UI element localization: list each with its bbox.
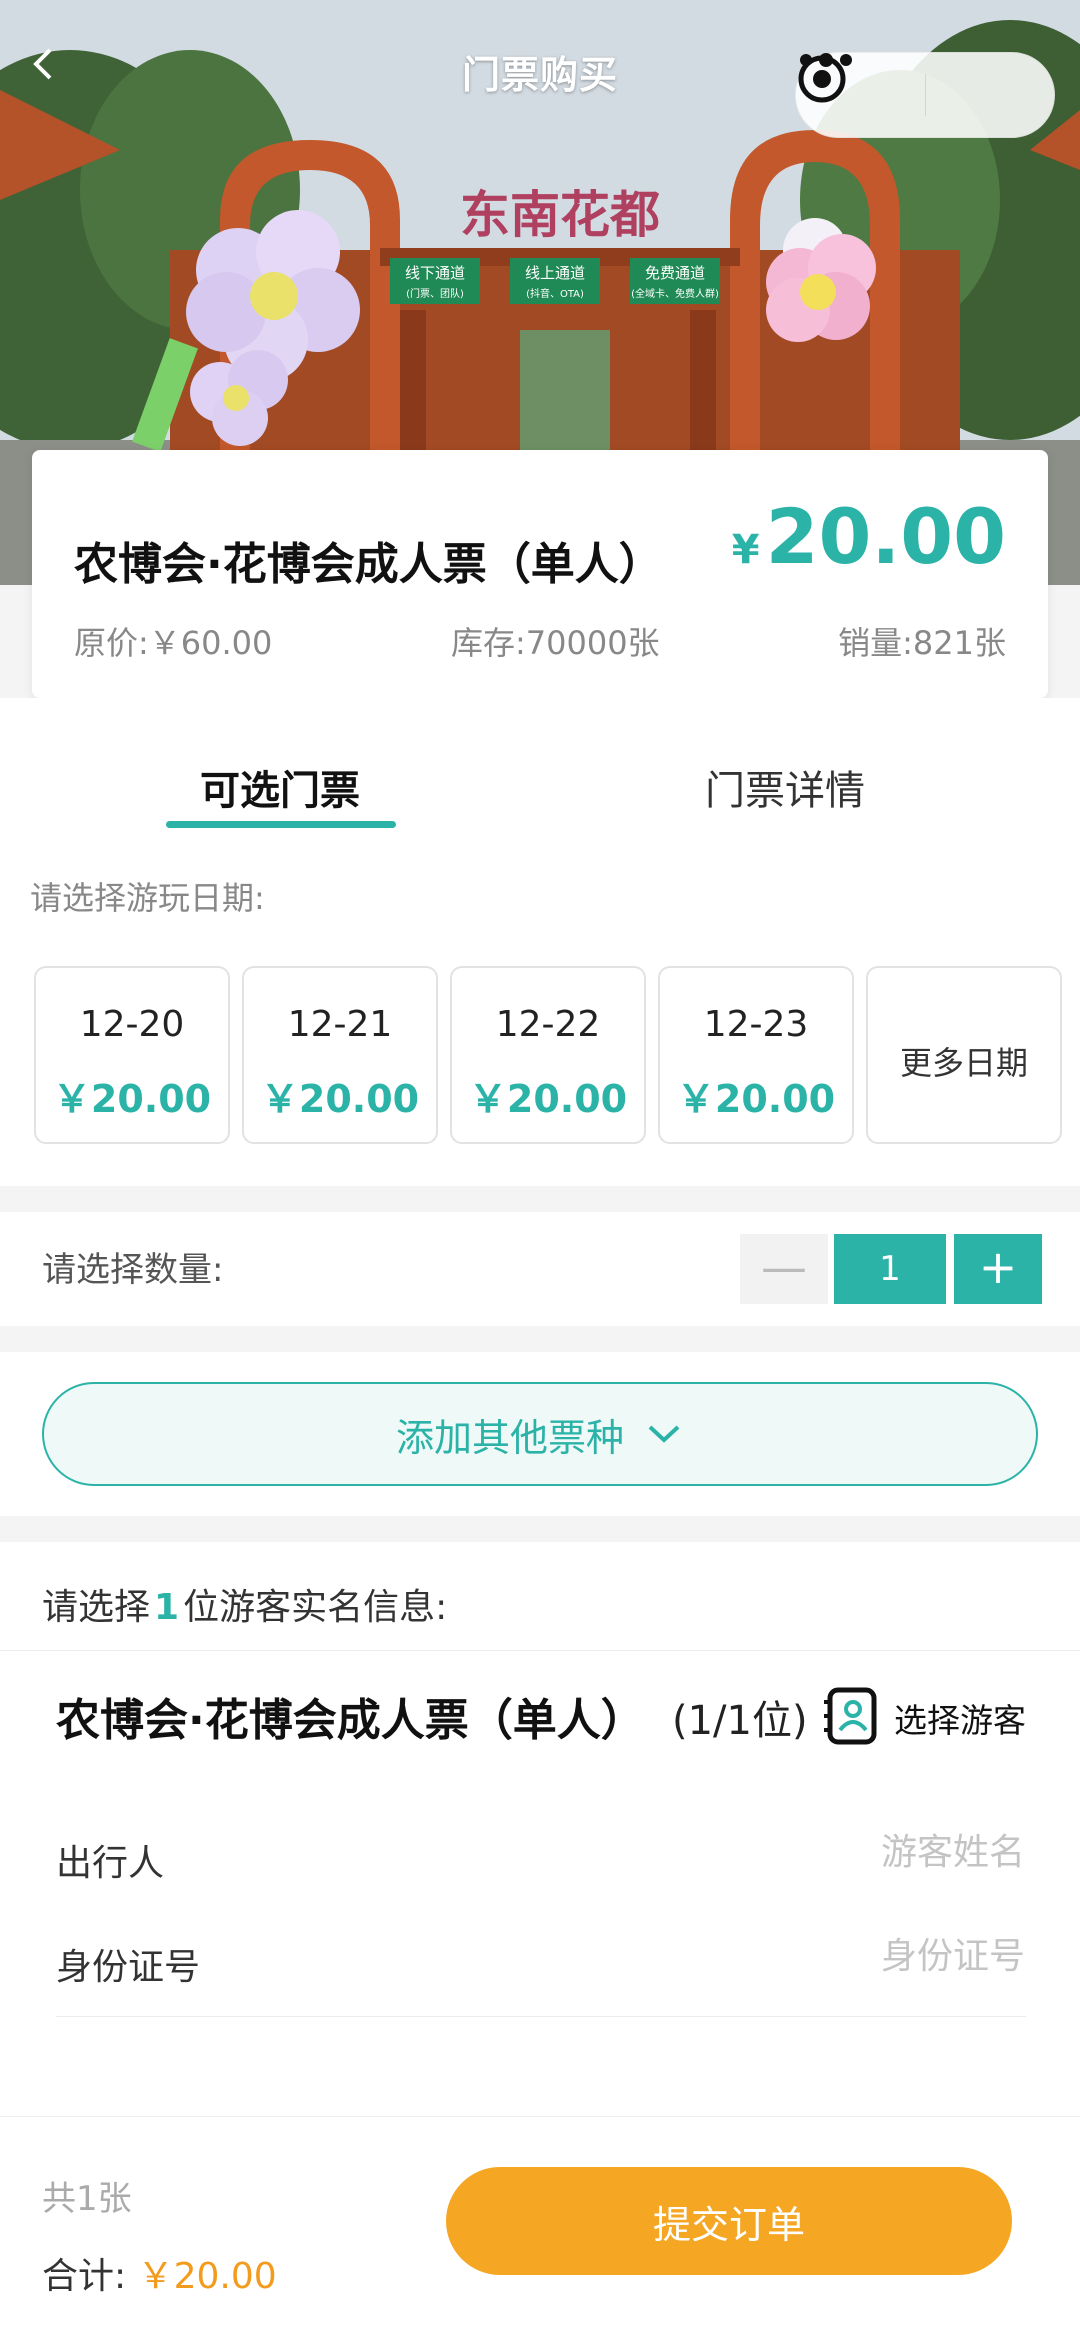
increase-quantity-button[interactable]: + bbox=[954, 1234, 1042, 1304]
date-price: ￥20.00 bbox=[52, 1077, 212, 1121]
submit-order-button[interactable]: 提交订单 bbox=[446, 2167, 1012, 2275]
visitor-prompt-suffix: 位游客实名信息: bbox=[183, 1587, 448, 1628]
mini-program-capsule bbox=[795, 52, 1055, 138]
add-ticket-section: 添加其他票种 bbox=[0, 1352, 1080, 1516]
checkout-bar: 共1张 合计: ￥20.00 提交订单 bbox=[0, 2116, 1080, 2326]
date-label: 12-23 bbox=[703, 1004, 809, 1045]
contact-book-icon[interactable] bbox=[820, 1684, 884, 1748]
stock-count: 库存:70000张 bbox=[450, 624, 660, 662]
date-card[interactable]: 12-21 ￥20.00 bbox=[242, 966, 438, 1144]
chevron-down-icon bbox=[648, 1425, 680, 1443]
date-price: ￥20.00 bbox=[260, 1077, 420, 1121]
visitor-prompt: 请选择 1 位游客实名信息: bbox=[42, 1578, 447, 1630]
target-icon bbox=[798, 55, 846, 103]
date-card[interactable]: 12-22 ￥20.00 bbox=[450, 966, 646, 1144]
sign-2-subtitle: (抖音、OTA) bbox=[526, 287, 584, 300]
quantity-label: 请选择数量: bbox=[42, 1250, 224, 1290]
date-label: 12-20 bbox=[79, 1004, 185, 1045]
date-card[interactable]: 12-23 ￥20.00 bbox=[658, 966, 854, 1144]
ticket-meta: 原价:￥60.00 库存:70000张 销量:821张 bbox=[74, 618, 1006, 664]
date-price: ￥20.00 bbox=[676, 1077, 836, 1121]
visitor-ticket-name: 农博会·花博会成人票（单人） bbox=[56, 1695, 645, 1746]
sign-3-title: 免费通道 bbox=[645, 264, 705, 282]
active-tab-indicator bbox=[166, 821, 396, 828]
divider bbox=[56, 2016, 1026, 2017]
total-label: 合计: bbox=[42, 2256, 127, 2297]
tab-selectable-tickets[interactable]: 可选门票 bbox=[200, 758, 360, 816]
sign-3-subtitle: (全域卡、免费人群) bbox=[631, 287, 719, 300]
visitor-ticket-count: (1/1位) bbox=[672, 1698, 808, 1744]
date-card[interactable]: 12-20 ￥20.00 bbox=[34, 966, 230, 1144]
more-dates-label: 更多日期 bbox=[899, 1044, 1028, 1082]
ticket-name: 农博会·花博会成人票（单人） bbox=[74, 539, 663, 590]
gate-title: 东南花都 bbox=[460, 185, 660, 244]
date-list: 12-20 ￥20.00 12-21 ￥20.00 12-22 ￥20.00 1… bbox=[34, 966, 1080, 1144]
decrease-quantity-button[interactable]: — bbox=[740, 1234, 828, 1304]
price-value: 20.00 bbox=[765, 492, 1006, 581]
sign-2-title: 线上通道 bbox=[525, 264, 585, 282]
ticket-summary-card: 农博会·花博会成人票（单人） ¥ 20.00 原价:￥60.00 库存:7000… bbox=[32, 450, 1048, 698]
ticket-options-section: 可选门票 门票详情 请选择游玩日期: 12-20 ￥20.00 12-21 ￥2… bbox=[0, 698, 1080, 1186]
top-nav-bar: 门票购买 bbox=[0, 0, 1080, 140]
date-price: ￥20.00 bbox=[468, 1077, 628, 1121]
traveler-name-input[interactable] bbox=[420, 1822, 1025, 1882]
quantity-section: 请选择数量: — 1 + bbox=[0, 1212, 1080, 1326]
quantity-value[interactable]: 1 bbox=[834, 1234, 946, 1304]
add-other-ticket-button[interactable]: 添加其他票种 bbox=[42, 1382, 1038, 1486]
date-prompt: 请选择游玩日期: bbox=[30, 879, 265, 917]
id-number-label: 身份证号 bbox=[56, 1947, 201, 1988]
currency-symbol: ¥ bbox=[731, 527, 760, 573]
sign-1-subtitle: (门票、团队) bbox=[406, 287, 464, 300]
visitor-prompt-prefix: 请选择 bbox=[42, 1587, 151, 1628]
close-mini-program-button[interactable] bbox=[798, 52, 1054, 138]
original-price: 原价:￥60.00 bbox=[74, 624, 273, 662]
ticket-price: ¥ 20.00 bbox=[732, 492, 1006, 581]
visitor-info-section: 请选择 1 位游客实名信息: 农博会·花博会成人票（单人） (1/1位) 选择游客 … bbox=[0, 1542, 1080, 2116]
choose-visitor-button[interactable]: 选择游客 bbox=[894, 1694, 1026, 1742]
more-dates-button[interactable]: 更多日期 bbox=[866, 966, 1062, 1144]
sign-1-title: 线下通道 bbox=[405, 264, 465, 282]
divider bbox=[0, 1650, 1080, 1651]
date-label: 12-21 bbox=[287, 1004, 393, 1045]
total-amount: ￥20.00 bbox=[137, 2256, 277, 2297]
add-ticket-label: 添加其他票种 bbox=[395, 1415, 624, 1460]
date-label: 12-22 bbox=[495, 1004, 601, 1045]
tab-ticket-details[interactable]: 门票详情 bbox=[705, 758, 865, 816]
id-number-input[interactable] bbox=[420, 1926, 1025, 1986]
sales-count: 销量:821张 bbox=[838, 624, 1006, 662]
ticket-total-count: 共1张 bbox=[42, 2179, 132, 2219]
order-total: 合计: ￥20.00 bbox=[42, 2247, 277, 2299]
traveler-label: 出行人 bbox=[56, 1843, 165, 1884]
visitor-count: 1 bbox=[154, 1587, 180, 1628]
